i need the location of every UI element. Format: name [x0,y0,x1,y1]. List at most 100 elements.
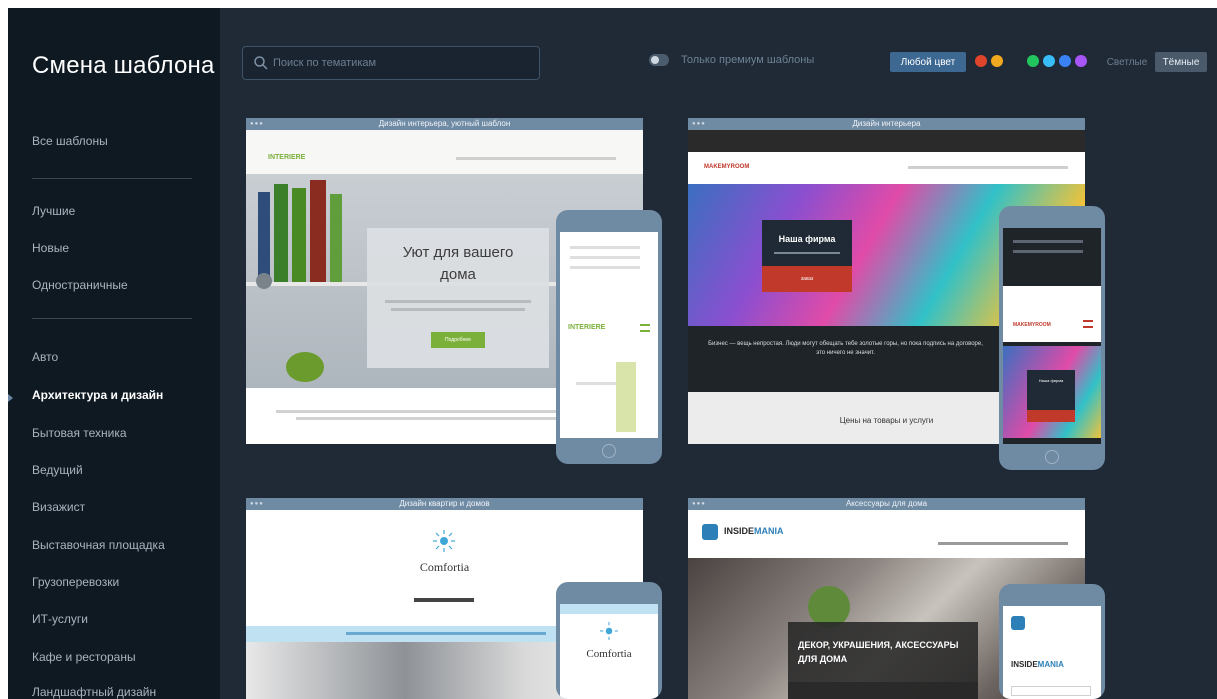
sidebar-item-best[interactable]: Лучшие [32,204,75,218]
preview-nav [908,166,1068,169]
brand-part: MANIA [1037,660,1064,669]
bottle-shape [310,180,326,282]
template-picker-window: Смена шаблона Все шаблоны Лучшие Новые О… [8,8,1217,699]
mobile-text-line [570,246,640,249]
search-icon [254,56,268,70]
sidebar-item-new[interactable]: Новые [32,241,69,255]
mobile-hero-box: Наша фирма [1027,370,1075,422]
preview-topbar [688,130,1085,152]
footer-text-line [276,410,596,413]
mobile-brand: INTERIERE [568,324,606,331]
brand-part: INSIDE [724,526,755,536]
template-card[interactable]: ●●● Дизайн интерьера MAKEMYROOM Наша фир… [688,118,1105,470]
mobile-brand: Comfortia [586,648,632,660]
preview-title-bar: ●●● Дизайн интерьера [688,118,1085,130]
template-card[interactable]: ●●● Аксессуары для дома INSIDEMANIA ДЕКО… [688,498,1105,699]
mobile-preview: INTERIERE [556,210,662,464]
social-icons [414,598,474,602]
color-swatch[interactable] [1043,55,1055,67]
sidebar-item-makeup[interactable]: Визажист [32,500,85,514]
template-title: Аксессуары для дома [845,499,928,508]
sidebar-item-cafe[interactable]: Кафе и рестораны [32,650,136,664]
mobile-hero: Наша фирма [1003,346,1101,438]
color-swatch[interactable] [975,55,987,67]
any-color-button[interactable]: Любой цвет [890,52,966,72]
preview-title-bar: ●●● Аксессуары для дома [688,498,1085,510]
mobile-brand: MAKEMYROOM [1013,322,1051,328]
search-box[interactable] [242,46,540,80]
bottle-shape [292,188,306,282]
sidebar-item-landscape[interactable]: Ландшафтный дизайн [32,685,156,699]
sidebar-item-appliances[interactable]: Бытовая техника [32,426,127,440]
mobile-preview: MAKEMYROOM Наша фирма [999,206,1105,470]
mobile-screen: MAKEMYROOM Наша фирма [1003,228,1101,444]
sidebar-divider [32,178,192,179]
color-swatch[interactable] [1011,55,1023,67]
logo-icon [1011,616,1025,630]
hero-text-line [774,252,840,254]
hero-cta-button[interactable]: заказ [762,266,852,292]
sidebar-item-exhibition[interactable]: Выставочная площадка [32,538,165,552]
sidebar-item-onepage[interactable]: Одностраничные [32,278,128,292]
color-swatch[interactable] [1075,55,1087,67]
brand-part: MANIA [754,526,784,536]
home-button-icon [602,444,616,458]
nav-links [346,632,546,635]
bottle-shape [274,184,288,282]
premium-only-toggle[interactable]: Только премиум шаблоны [649,54,814,66]
fruit-shape [286,352,324,382]
mobile-screen: INTERIERE [560,232,658,438]
preview-header: INTERIERE [246,130,643,174]
hero-title-line2: дома [440,266,476,283]
hero-box: Наша фирма заказ [762,220,852,292]
logo-icon [702,524,718,540]
search-input[interactable] [273,54,523,72]
sidebar-item-auto[interactable]: Авто [32,350,58,364]
hero-text-line [391,308,525,311]
mobile-search-field[interactable] [1011,686,1091,696]
light-theme-button[interactable]: Светлые [1105,52,1149,72]
preview-header: INSIDEMANIA [688,510,1085,558]
hero-text-line [385,300,531,303]
sidebar-item-it[interactable]: ИТ-услуги [32,612,88,626]
hero-title: Наша фирма [778,234,836,244]
toggle-switch[interactable] [649,54,669,66]
hero-cta-button[interactable]: Подробнее [431,332,485,348]
color-swatch[interactable] [1059,55,1071,67]
preview-nav [938,542,1068,545]
hero-title-line2: ДЛЯ ДОМА [798,654,848,664]
active-marker [8,394,13,402]
hero-overlay: Уют для вашего дома Подробнее [367,228,549,368]
color-swatch[interactable] [991,55,1003,67]
template-title: Дизайн квартир и домов [399,499,490,508]
sidebar-item-all[interactable]: Все шаблоны [32,134,108,148]
menu-icon[interactable] [640,324,650,332]
sidebar: Смена шаблона Все шаблоны Лучшие Новые О… [8,8,220,699]
template-brand: INTERIERE [268,154,306,161]
template-title: Дизайн интерьера [852,119,921,128]
mobile-cta-button[interactable] [1027,410,1075,422]
hero-title-line1: ДЕКОР, УКРАШЕНИЯ, АКСЕССУАРЫ [798,640,959,650]
menu-icon[interactable] [1083,320,1093,328]
template-brand: MAKEMYROOM [704,164,750,170]
preview-nav [456,157,616,160]
dark-theme-button[interactable]: Тёмные [1155,52,1207,72]
sidebar-item-cargo[interactable]: Грузоперевозки [32,575,119,589]
mobile-text-line [570,266,640,269]
color-swatch[interactable] [1027,55,1039,67]
sidebar-item-host[interactable]: Ведущий [32,463,83,477]
sidebar-item-architecture[interactable]: Архитектура и дизайн [32,388,163,402]
template-card[interactable]: ●●● Дизайн интерьера, уютный шаблон INTE… [246,118,691,470]
bottle-shape [258,192,270,282]
mobile-preview: INSIDEMANIA [999,584,1105,699]
template-card[interactable]: ●●● Дизайн квартир и домов Comfortia Com… [246,498,691,699]
mobile-hero-title: Наша фирма [1038,378,1064,383]
mobile-brand: INSIDEMANIA [1011,660,1064,669]
bottle-shape [330,194,342,282]
mobile-topbar [560,604,658,614]
hero-text-box: ДЕКОР, УКРАШЕНИЯ, АКСЕССУАРЫ ДЛЯ ДОМА [788,622,978,699]
page-title: Смена шаблона [32,52,215,79]
slider-prev-button[interactable] [256,273,272,289]
sun-logo-icon [600,622,618,640]
hero-title-line1: Уют для вашего [402,244,514,261]
